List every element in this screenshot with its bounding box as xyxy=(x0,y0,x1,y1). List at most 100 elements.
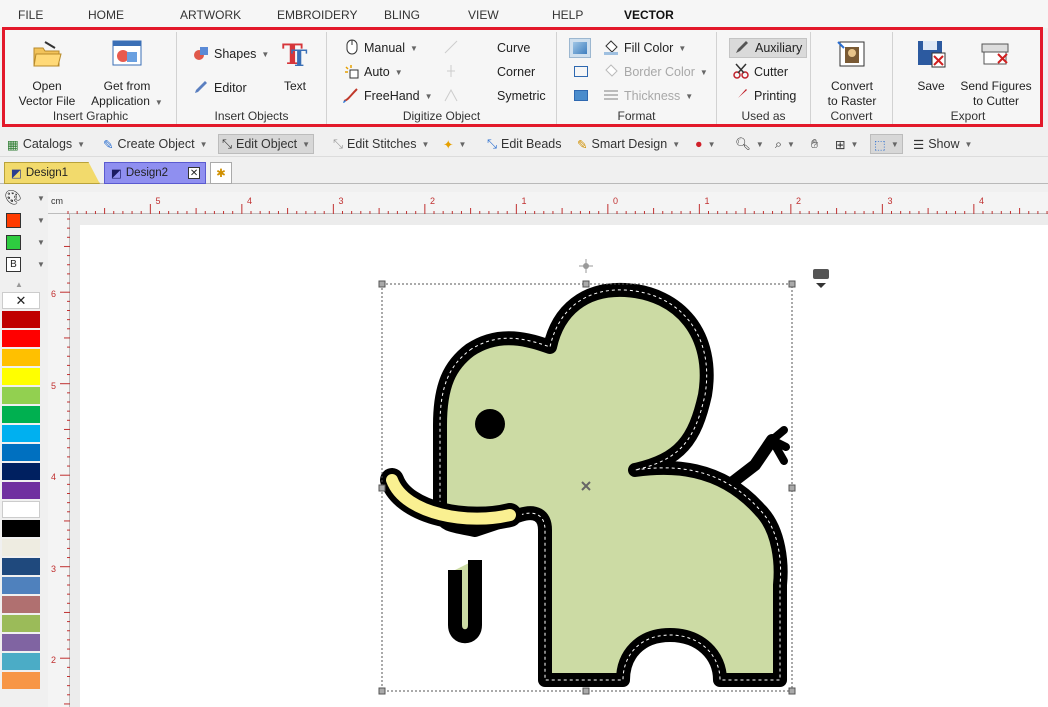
cutter-button[interactable]: Cutter xyxy=(733,62,788,82)
group-label: Convert xyxy=(830,109,873,123)
palette-swatch[interactable] xyxy=(2,539,40,556)
vector-ribbon: Open Vector File Get from Application ▼ I… xyxy=(2,27,1043,127)
create-object-button[interactable]: ✎ Create Object ▼ xyxy=(100,134,211,154)
rotate-handle[interactable] xyxy=(579,259,593,273)
border-style-icon[interactable] xyxy=(574,66,588,77)
palette-swatch[interactable] xyxy=(2,425,40,442)
catalogs-button[interactable]: ▦ Catalogs ▼ xyxy=(4,134,88,154)
convert-to-raster-button[interactable]: Convert to Raster xyxy=(819,38,885,109)
palette-swatch[interactable] xyxy=(2,558,40,575)
menu-home[interactable]: HOME xyxy=(88,8,124,22)
palette-swatch[interactable] xyxy=(2,406,40,423)
magic-wand-icon xyxy=(343,63,359,82)
tab-design2[interactable]: ◩ Design2 ✕ xyxy=(104,162,206,184)
palette-swatch[interactable] xyxy=(2,311,40,328)
palette-swatch[interactable] xyxy=(2,463,40,480)
design-canvas[interactable] xyxy=(70,214,1048,707)
edit-stitches-button[interactable]: ⤡ Edit Stitches ▼ xyxy=(330,134,432,154)
magic-tool-button[interactable]: ✦ ▼ xyxy=(440,134,469,154)
chevron-down-icon[interactable]: ▼ xyxy=(37,194,45,203)
design-page[interactable] xyxy=(80,225,1048,707)
palette-swatch[interactable] xyxy=(2,368,40,385)
shapes-button[interactable]: Shapes ▼ xyxy=(193,44,269,64)
curve-icon xyxy=(443,39,459,58)
auxiliary-button[interactable]: Auxiliary xyxy=(729,38,808,58)
palette-swatch[interactable] xyxy=(2,653,40,670)
border-color-button[interactable]: Border Color ▼ xyxy=(603,62,708,82)
solid-fill-icon[interactable] xyxy=(574,90,588,101)
printing-button[interactable]: Printing xyxy=(733,86,796,106)
object-properties-icon[interactable] xyxy=(813,269,829,288)
color-ball-button[interactable]: ● ▼ xyxy=(692,134,718,154)
select-zoom-button[interactable]: ⬚ ▼ xyxy=(870,134,903,154)
pan-button[interactable]: ✋︎ xyxy=(808,134,821,154)
palette-swatch[interactable] xyxy=(2,520,40,537)
edit-object-button[interactable]: ⤡ Edit Object ▼ xyxy=(218,134,315,154)
menu-vector[interactable]: VECTOR xyxy=(624,8,674,22)
elephant-trunk[interactable] xyxy=(448,560,482,644)
open-vector-file-button[interactable]: Open Vector File xyxy=(15,38,79,109)
edit-beads-button[interactable]: ⤡ Edit Beads xyxy=(484,134,564,154)
send-figures-to-cutter-button[interactable]: Send Figures to Cutter xyxy=(957,38,1035,109)
chevron-down-icon: ▼ xyxy=(890,139,899,149)
svg-text:T: T xyxy=(291,46,308,70)
scroll-up-icon[interactable]: ▲ xyxy=(15,280,23,289)
text-button[interactable]: TT Text xyxy=(275,38,315,94)
curve-button[interactable]: Curve xyxy=(443,38,530,58)
new-tab-button[interactable]: ✱ xyxy=(210,162,232,184)
freehand-button[interactable]: FreeHand ▼ xyxy=(342,86,433,106)
fill-style-button[interactable] xyxy=(569,38,591,58)
menu-view[interactable]: VIEW xyxy=(468,8,499,22)
chevron-down-icon[interactable]: ▼ xyxy=(37,238,45,247)
palette-swatch[interactable] xyxy=(2,482,40,499)
paint-bucket-icon xyxy=(603,39,619,58)
manual-button[interactable]: Manual ▼ xyxy=(345,38,418,58)
chevron-down-icon: ▼ xyxy=(850,139,859,149)
menu-embroidery[interactable]: EMBROIDERY xyxy=(277,8,357,22)
menu-file[interactable]: FILE xyxy=(18,8,43,22)
chevron-down-icon[interactable]: ▼ xyxy=(37,216,45,225)
menu-artwork[interactable]: ARTWORK xyxy=(180,8,241,22)
menu-bling[interactable]: BLING xyxy=(384,8,420,22)
close-icon[interactable]: ✕ xyxy=(188,167,201,179)
smart-design-button[interactable]: ✎ Smart Design ▼ xyxy=(574,134,683,154)
zoom-button[interactable]: 🔍︎ ▼ xyxy=(732,134,767,154)
menu-help[interactable]: HELP xyxy=(552,8,583,22)
no-color-swatch[interactable]: ✕ xyxy=(2,292,40,309)
chevron-down-icon[interactable]: ▼ xyxy=(37,260,45,269)
palette-swatch[interactable] xyxy=(2,349,40,366)
show-button[interactable]: ☰ Show ▼ xyxy=(910,134,975,154)
corner-button[interactable]: Corner xyxy=(443,62,535,82)
palette-swatch[interactable] xyxy=(2,634,40,651)
palette-swatch[interactable] xyxy=(2,577,40,594)
main-toolbar: ▦ Catalogs ▼ ✎ Create Object ▼ ⤡ Edit Object ▼… xyxy=(0,131,1048,157)
auto-button[interactable]: Auto ▼ xyxy=(343,62,403,82)
zoom-page-button[interactable]: ⌕ ▼ xyxy=(772,134,798,154)
foreground-color-swatch[interactable] xyxy=(6,213,21,228)
group-label: Digitize Object xyxy=(402,109,481,123)
palette-swatch[interactable] xyxy=(2,596,40,613)
get-from-application-button[interactable]: Get from Application ▼ xyxy=(87,38,167,110)
grid-button[interactable]: ⊞ ▼ xyxy=(832,134,861,154)
save-button[interactable]: Save xyxy=(911,38,951,94)
ruler-label: 5 xyxy=(51,380,57,391)
palette-swatch[interactable] xyxy=(2,672,40,689)
shapes-icon xyxy=(193,45,209,64)
tab-design1[interactable]: ◩ Design1 xyxy=(4,162,100,184)
symetric-button[interactable]: Symetric xyxy=(443,86,546,106)
elephant-design[interactable] xyxy=(80,225,1048,707)
document-icon: ◩ xyxy=(111,168,122,180)
zoom-icon: 🔍︎ xyxy=(735,136,751,151)
background-color-swatch[interactable] xyxy=(6,235,21,250)
bead-color-button[interactable]: B xyxy=(6,257,21,272)
palette-swatch[interactable] xyxy=(2,387,40,404)
palette-swatch[interactable] xyxy=(2,444,40,461)
thickness-button[interactable]: Thickness ▼ xyxy=(603,86,693,106)
palette-swatch[interactable] xyxy=(2,330,40,347)
select-zoom-icon: ⬚ xyxy=(874,137,886,152)
palette-icon[interactable]: 🎨︎ xyxy=(4,189,22,206)
editor-button[interactable]: Editor xyxy=(193,78,247,98)
palette-swatch[interactable] xyxy=(2,501,40,518)
palette-swatch[interactable] xyxy=(2,615,40,632)
fill-color-button[interactable]: Fill Color ▼ xyxy=(603,38,686,58)
